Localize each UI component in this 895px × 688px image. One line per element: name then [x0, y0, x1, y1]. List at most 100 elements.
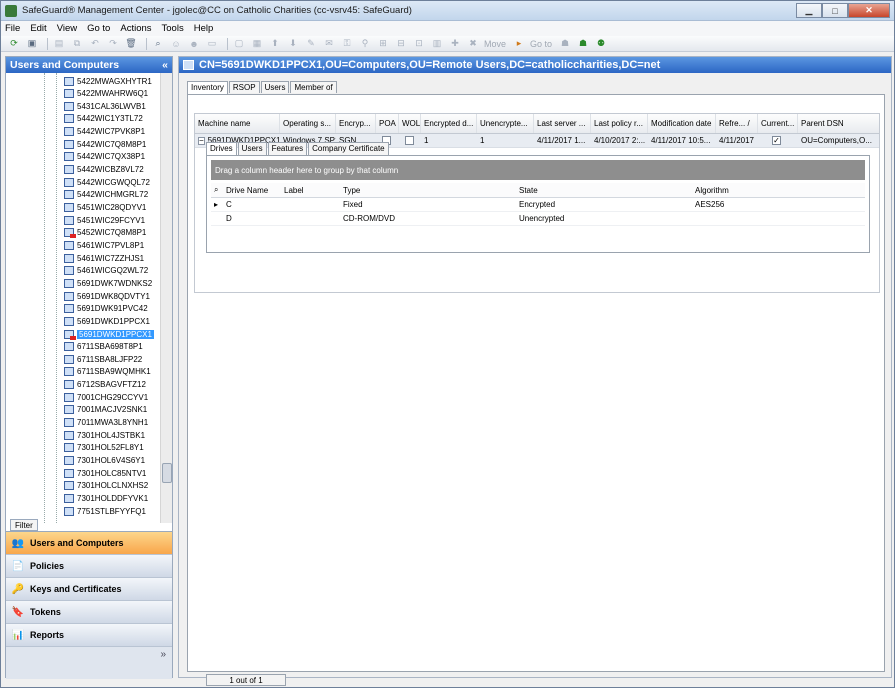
- tab-rsop[interactable]: RSOP: [228, 81, 260, 93]
- tree-item[interactable]: 5451WIC29FCYV1: [64, 214, 145, 226]
- col-type[interactable]: Type: [340, 183, 516, 197]
- redo-icon[interactable]: ↷: [106, 38, 120, 50]
- goto-icon[interactable]: ▸: [512, 38, 526, 50]
- nav-reports[interactable]: 📊 Reports: [6, 624, 172, 647]
- tree-item[interactable]: 5442WICGWQQL72: [64, 176, 150, 188]
- tree-item[interactable]: 5442WIC7QX38P1: [64, 151, 145, 163]
- add-icon[interactable]: ✚: [448, 38, 462, 50]
- tree-item[interactable]: 5461WIC7ZZHJS1: [64, 252, 144, 264]
- tab-users[interactable]: Users: [260, 81, 290, 93]
- tree-item[interactable]: 5442WIC7Q8M8P1: [64, 138, 146, 150]
- col-refresh[interactable]: Refre... /: [716, 114, 758, 133]
- collapse-panel-button[interactable]: «: [162, 59, 168, 71]
- tree-item[interactable]: 7301HOLCLNXHS2: [64, 480, 148, 492]
- col-current[interactable]: Current...: [758, 114, 798, 133]
- nav-users-and-computers[interactable]: 👥 Users and Computers: [6, 532, 172, 555]
- tree-item[interactable]: 7301HOL52FL8Y1: [64, 442, 144, 454]
- export-icon[interactable]: ⊟: [394, 38, 408, 50]
- menu-tools[interactable]: Tools: [162, 23, 184, 34]
- search-icon[interactable]: ⌕: [211, 183, 223, 197]
- sync-icon[interactable]: ⚉: [594, 38, 608, 50]
- tree-item[interactable]: 7001CHG29CCYV1: [64, 391, 148, 403]
- computer-icon[interactable]: ▭: [205, 38, 219, 50]
- remove-icon[interactable]: ✖: [466, 38, 480, 50]
- collapse-row-icon[interactable]: −: [198, 136, 205, 145]
- filter-tab[interactable]: Filter: [10, 519, 38, 531]
- tree-item[interactable]: 6712SBAGVFTZ12: [64, 379, 146, 391]
- table-row[interactable]: D CD-ROM/DVD Unencrypted: [211, 212, 865, 226]
- tree-item[interactable]: 7751STLBFYYFQ1: [64, 505, 146, 517]
- nav-keys-and-certificates[interactable]: 🔑 Keys and Certificates: [6, 578, 172, 601]
- col-last-policy[interactable]: Last policy r...: [591, 114, 648, 133]
- tree-item[interactable]: 5431CAL36LWVB1: [64, 100, 146, 112]
- maximize-button[interactable]: □: [822, 3, 848, 18]
- col-operating-system[interactable]: Operating s...: [280, 114, 336, 133]
- col-encrypted-drives[interactable]: Encrypted d...: [421, 114, 477, 133]
- close-button[interactable]: ✕: [848, 3, 890, 18]
- delete-icon[interactable]: 🗑: [124, 38, 138, 50]
- lock-icon[interactable]: ⚲: [358, 38, 372, 50]
- tree-item[interactable]: 7011MWA3L8YNH1: [64, 417, 148, 429]
- menu-actions[interactable]: Actions: [120, 23, 151, 34]
- tree-item[interactable]: 5691DWK7WDNKS2: [64, 277, 152, 289]
- new-icon[interactable]: ▣: [25, 38, 39, 50]
- tree-item[interactable]: 7001MACJV2SNK1: [64, 404, 147, 416]
- col-encryption[interactable]: Encryp...: [336, 114, 376, 133]
- minimize-button[interactable]: ▁: [796, 3, 822, 18]
- col-machine-name[interactable]: Machine name: [195, 114, 280, 133]
- tree-item[interactable]: 7301HOL6V4S6Y1: [64, 455, 145, 467]
- col-poa[interactable]: POA: [376, 114, 399, 133]
- tree-item[interactable]: 6711SBA698T8P1: [64, 341, 143, 353]
- find-icon[interactable]: ⌕: [151, 38, 165, 50]
- col-state[interactable]: State: [516, 183, 692, 197]
- copy-icon[interactable]: ⧉: [70, 38, 84, 50]
- tree-item[interactable]: 5451WIC28QDYV1: [64, 202, 146, 214]
- import-icon[interactable]: ⊞: [376, 38, 390, 50]
- tree-item[interactable]: 7301HOL4JSTBK1: [64, 429, 145, 441]
- security-officer-icon[interactable]: ☗: [558, 38, 572, 50]
- menu-edit[interactable]: Edit: [30, 23, 46, 34]
- tree-item[interactable]: 5461WICGQ2WL72: [64, 265, 148, 277]
- wrench-icon[interactable]: ✎: [304, 38, 318, 50]
- save-icon[interactable]: ▤: [52, 38, 66, 50]
- tree-item[interactable]: 5442WIC1Y3TL72: [64, 113, 143, 125]
- tree-item[interactable]: 7301HOLC85NTV1: [64, 467, 146, 479]
- undo-icon[interactable]: ↶: [88, 38, 102, 50]
- tree-item[interactable]: 5461WIC7PVL8P1: [64, 239, 144, 251]
- key-icon[interactable]: ⚿: [340, 38, 354, 50]
- menu-view[interactable]: View: [57, 23, 77, 34]
- tree-item[interactable]: 5691DWK91PVC42: [64, 303, 148, 315]
- down-icon[interactable]: ⬇: [286, 38, 300, 50]
- tree-item[interactable]: 5422MWAGXHYTR1: [64, 75, 152, 87]
- policy-icon[interactable]: ▦: [250, 38, 264, 50]
- tab-drives[interactable]: Drives: [206, 142, 237, 155]
- tree-item[interactable]: 5691DWK8QDVTY1: [64, 290, 150, 302]
- col-modification-date[interactable]: Modification date: [648, 114, 716, 133]
- tree-item[interactable]: 6711SBA8LJFP22: [64, 353, 142, 365]
- tab-detail-users[interactable]: Users: [237, 142, 267, 155]
- col-unencrypted-drives[interactable]: Unencrypte...: [477, 114, 534, 133]
- tree-scroll-thumb[interactable]: [162, 463, 172, 483]
- menu-goto[interactable]: Go to: [87, 23, 110, 34]
- group-icon[interactable]: ☻: [187, 38, 201, 50]
- col-algorithm[interactable]: Algorithm: [692, 183, 862, 197]
- report-icon[interactable]: ▥: [430, 38, 444, 50]
- tab-company-certificate[interactable]: Company Certificate: [308, 142, 389, 155]
- tree-item[interactable]: 5691DWKD1PPCX1: [64, 328, 154, 340]
- tree-item[interactable]: 7301HOLDDFYVK1: [64, 492, 148, 504]
- menu-help[interactable]: Help: [194, 23, 214, 34]
- title-bar[interactable]: SafeGuard® Management Center - jgolec@CC…: [1, 1, 894, 21]
- goto-button[interactable]: Go to: [530, 39, 552, 49]
- group-by-area[interactable]: Drag a column header here to group by th…: [211, 160, 865, 180]
- tree-item[interactable]: 5442WIC7PVK8P1: [64, 126, 145, 138]
- nav-tokens[interactable]: 🔖 Tokens: [6, 601, 172, 624]
- col-drive-name[interactable]: Drive Name: [223, 183, 281, 197]
- tree-item[interactable]: 5442WICBZ8VL72: [64, 164, 144, 176]
- col-parent-dsn[interactable]: Parent DSN: [798, 114, 878, 133]
- tree-scrollbar[interactable]: [160, 73, 172, 523]
- col-last-server[interactable]: Last server ...: [534, 114, 591, 133]
- refresh-icon[interactable]: ⟳: [7, 38, 21, 50]
- move-button[interactable]: Move: [484, 39, 506, 49]
- nav-policies[interactable]: 📄 Policies: [6, 555, 172, 578]
- tree-item[interactable]: 5691DWKD1PPCX1: [64, 315, 150, 327]
